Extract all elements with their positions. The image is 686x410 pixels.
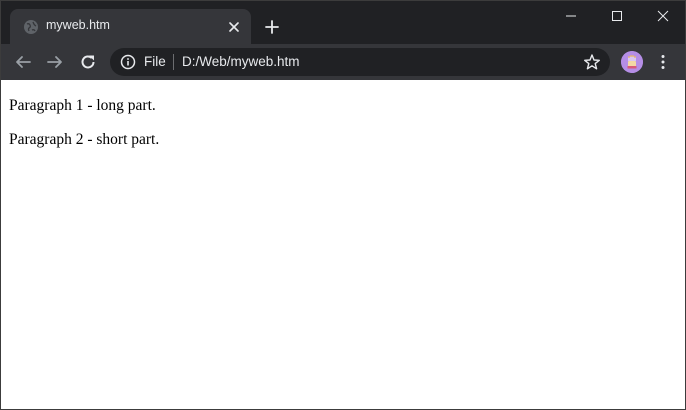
paragraph-1: Paragraph 1 - long part. (9, 97, 156, 114)
tab-myweb[interactable]: myweb.htm (10, 9, 251, 44)
star-icon[interactable] (583, 53, 601, 71)
address-bar[interactable]: File D:/Web/myweb.htm (110, 48, 610, 76)
window-close-icon[interactable] (640, 1, 685, 31)
kebab-menu-icon[interactable] (653, 50, 673, 74)
address-divider (173, 54, 174, 70)
info-icon[interactable] (120, 54, 136, 70)
maximize-icon[interactable] (594, 1, 640, 31)
site-info-label[interactable]: File (144, 54, 166, 69)
forward-arrow-icon[interactable] (43, 50, 67, 74)
globe-icon (23, 19, 39, 35)
url-text[interactable]: D:/Web/myweb.htm (182, 54, 300, 69)
paragraph-2: Paragraph 2 - short part. (9, 131, 160, 148)
browser-window: myweb.htm File D:/Web/myweb.htm Paragrap… (0, 0, 686, 410)
tab-title: myweb.htm (46, 18, 110, 32)
tab-close-icon[interactable] (226, 19, 242, 35)
profile-avatar[interactable] (621, 51, 643, 73)
page-content: Paragraph 1 - long part. Paragraph 2 - s… (1, 80, 685, 409)
back-arrow-icon[interactable] (11, 50, 35, 74)
reload-icon[interactable] (76, 50, 100, 74)
tab-strip: myweb.htm (1, 1, 685, 44)
minimize-icon[interactable] (548, 1, 594, 31)
browser-toolbar: File D:/Web/myweb.htm (1, 44, 685, 80)
new-tab-plus-icon[interactable] (262, 17, 282, 37)
